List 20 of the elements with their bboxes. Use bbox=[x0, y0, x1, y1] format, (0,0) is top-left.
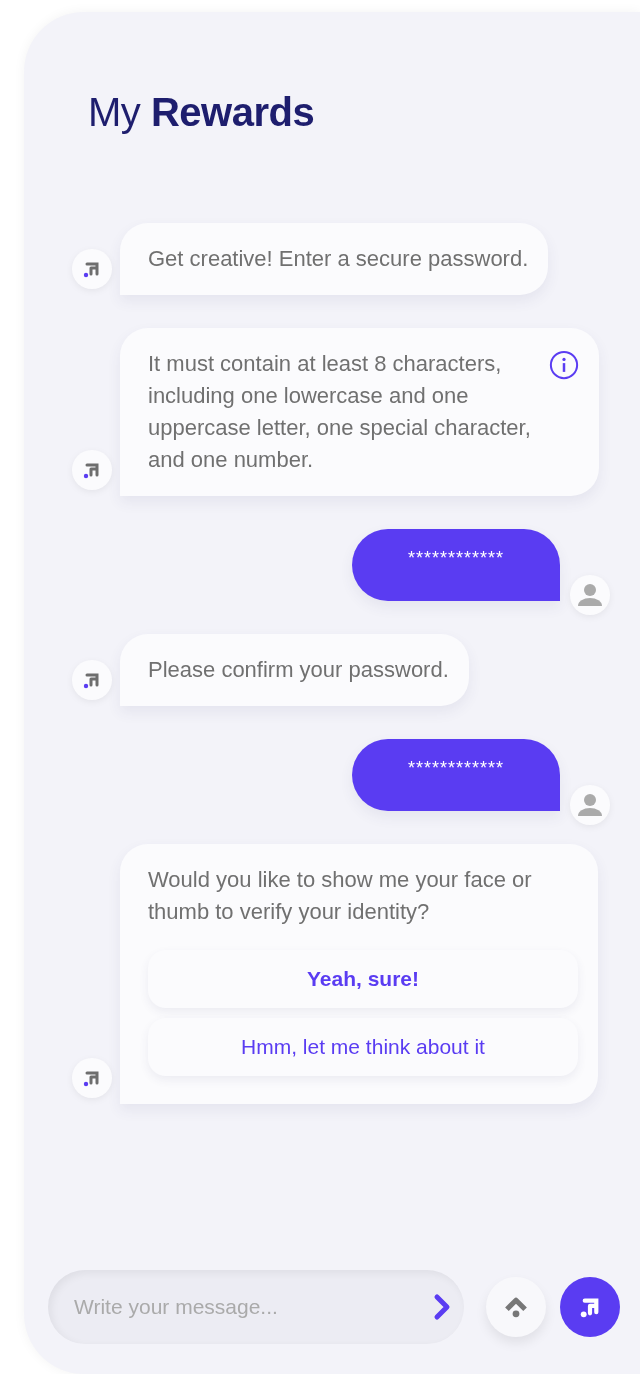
message-text: Please confirm your password. bbox=[148, 656, 449, 684]
message-text: Would you like to show me your face or thumb to verify your identity? bbox=[148, 866, 533, 926]
bot-avatar-icon bbox=[72, 450, 112, 490]
reply-option-button[interactable]: Hmm, let me think about it bbox=[148, 1018, 578, 1076]
bot-avatar-icon bbox=[72, 249, 112, 289]
message-text: ************ bbox=[407, 547, 505, 569]
message-text: It must contain at least 8 characters, including one lowercase and one uppercase letter, one special character, and one number. bbox=[148, 350, 532, 474]
send-icon[interactable] bbox=[432, 1293, 452, 1321]
user-avatar-icon bbox=[570, 785, 610, 825]
bot-avatar-icon bbox=[72, 660, 112, 700]
bot-avatar-icon bbox=[72, 1058, 112, 1098]
message-input[interactable]: Write your message... bbox=[48, 1270, 464, 1344]
page-title: My Rewards bbox=[88, 90, 316, 135]
message-text: ************ bbox=[407, 757, 505, 779]
user-avatar-icon bbox=[570, 575, 610, 615]
assistant-button[interactable] bbox=[560, 1277, 620, 1337]
reply-option-button[interactable]: Yeah, sure! bbox=[148, 950, 578, 1008]
message-text: Get creative! Enter a secure password. bbox=[148, 245, 529, 273]
message-text-input[interactable]: Write your message... bbox=[72, 1294, 432, 1320]
info-icon[interactable] bbox=[549, 350, 579, 380]
